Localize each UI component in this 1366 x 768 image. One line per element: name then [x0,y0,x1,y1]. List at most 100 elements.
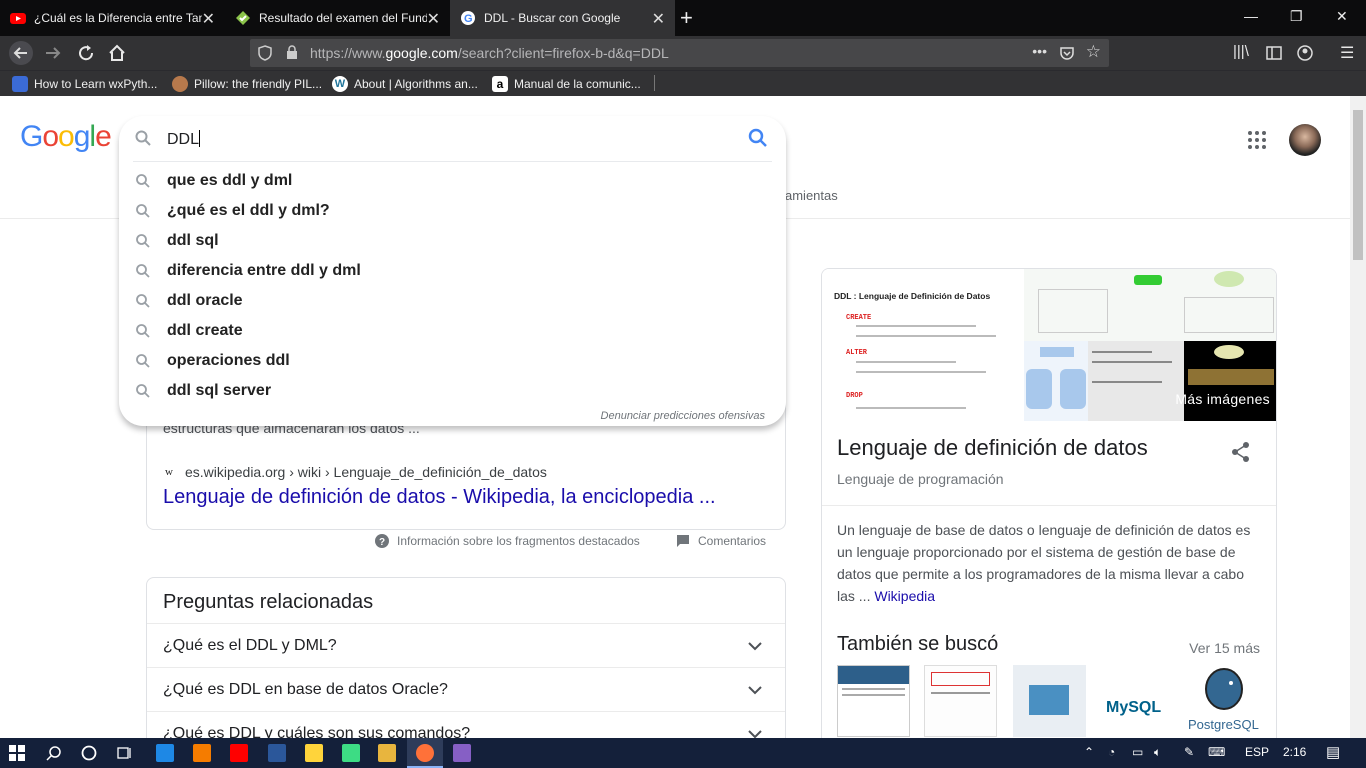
search-icon [136,204,150,218]
app-icon[interactable] [193,744,211,762]
battery-icon[interactable]: ▭ [1132,745,1143,759]
search-submit-icon[interactable] [748,128,768,148]
language-indicator[interactable]: ESP [1245,745,1269,759]
page-scrollbar[interactable] [1350,96,1366,738]
related-thumb-dml[interactable] [837,665,910,737]
url-text[interactable]: https://www.google.com/search?client=fir… [310,45,669,61]
report-predictions-link[interactable]: Denunciar predicciones ofensivas [601,410,765,422]
question-item[interactable]: ¿Qué es DDL en base de datos Oracle? [147,667,785,711]
pen-icon[interactable]: ✎ [1184,745,1194,759]
related-thumb-sql[interactable] [924,665,997,737]
share-icon[interactable] [1230,441,1252,463]
question-item[interactable]: ¿Qué es DDL y cuáles son sus comandos? [147,711,785,738]
suggestion-item[interactable]: que es ddl y dml [136,166,776,196]
see-more-link[interactable]: Ver 15 más [1189,640,1260,656]
google-logo[interactable]: Google [20,120,112,154]
related-thumb-mysql[interactable]: MySQL [1102,665,1175,737]
pocket-icon[interactable] [1059,45,1075,61]
tools-tab[interactable]: amientas [785,188,838,203]
suggestion-item[interactable]: ddl sql [136,226,776,256]
close-tab-icon[interactable]: ✕ [652,9,665,29]
tab-google[interactable]: G DDL - Buscar con Google ✕ [450,0,675,36]
suggestion-item[interactable]: diferencia entre ddl y dml [136,256,776,286]
diagram-image[interactable] [1024,269,1276,341]
scrollbar-thumb[interactable] [1353,110,1363,260]
close-window-icon[interactable]: ✕ [1336,8,1348,25]
windows-start-icon[interactable] [9,745,25,761]
image-strip[interactable]: DDL : Lenguaje de Definición de Datos CR… [822,269,1276,421]
volume-icon[interactable]: 🔈︎ [1154,745,1161,760]
more-images-label[interactable]: Más imágenes [1175,391,1270,407]
clock[interactable]: 2:16 [1283,745,1306,759]
search-input[interactable]: DDL [167,130,201,149]
notifications-icon[interactable]: ▤ [1326,743,1340,761]
sql-diagram-image[interactable] [1024,341,1088,421]
minimize-icon[interactable]: — [1244,8,1258,24]
snippet-link[interactable]: Lenguaje de definición de datos - Wikipe… [163,486,716,509]
cortana-icon[interactable] [81,745,97,761]
url-bar[interactable]: https://www.google.com/search?client=fir… [250,39,1109,67]
more-images-tile[interactable] [1184,341,1276,421]
chevron-down-icon [748,730,762,738]
sidebar-icon[interactable] [1266,45,1282,61]
bookmark-item[interactable]: How to Learn wxPyth... [12,76,157,92]
firefox-icon[interactable] [416,744,434,762]
reload-icon[interactable] [77,44,95,62]
close-tab-icon[interactable]: ✕ [427,9,440,29]
question-item[interactable]: ¿Qué es el DDL y DML? [147,623,785,667]
keyboard-icon[interactable]: ⌨ [1208,745,1225,759]
page-actions-icon[interactable]: ••• [1032,43,1047,59]
new-tab-icon[interactable]: + [680,5,693,31]
bookmark-star-icon[interactable]: ☆ [1086,42,1101,62]
comments-button[interactable]: Comentarios [676,534,766,548]
apps-grid-icon[interactable] [1248,131,1266,149]
snippet-source[interactable]: ᴡ es.wikipedia.org › wiki › Lenguaje_de_d… [165,464,547,480]
search-icon[interactable] [46,745,62,761]
network-icon[interactable]: ◔ [1108,745,1115,759]
bookmark-item[interactable]: W About | Algorithms an... [332,76,478,92]
search-icon [136,384,150,398]
bookmark-item[interactable]: Pillow: the friendly PIL... [172,76,322,92]
question-text: ¿Qué es el DDL y DML? [163,637,337,654]
menu-icon[interactable]: ☰ [1340,43,1354,63]
shield-icon[interactable] [258,45,272,61]
task-view-icon[interactable] [117,745,133,761]
folder-icon[interactable] [378,744,396,762]
vscode-icon[interactable] [156,744,174,762]
library-icon[interactable]: |||\ [1233,43,1249,60]
related-thumb-postgresql[interactable]: PostgreSQL [1188,665,1261,737]
home-icon[interactable] [108,44,126,62]
word-icon[interactable] [268,744,286,762]
thumb-box [931,672,990,686]
ddl-slide-image[interactable]: DDL : Lenguaje de Definición de Datos CR… [822,269,1024,421]
bookmark-item[interactable]: a Manual de la comunic... [492,76,641,92]
forward-icon[interactable] [44,44,62,62]
visual-studio-icon[interactable] [453,744,471,762]
lock-icon[interactable] [286,45,298,60]
image-text-line [856,407,966,409]
code-image[interactable] [1088,341,1184,421]
google-icon: G [461,11,475,25]
close-tab-icon[interactable]: ✕ [202,9,215,29]
account-icon[interactable] [1297,45,1313,61]
search-icon [136,354,150,368]
suggestion-item[interactable]: ¿qué es el ddl y dml? [136,196,776,226]
tab-resultado[interactable]: Resultado del examen del Fund ✕ [225,0,450,36]
youtube-icon[interactable] [230,744,248,762]
suggestion-item[interactable]: ddl oracle [136,286,776,316]
restore-icon[interactable]: ❐ [1290,8,1303,25]
suggestion-item[interactable]: operaciones ddl [136,346,776,376]
search-box[interactable]: DDL que es ddl y dml ¿qué es el ddl y dm… [119,116,786,426]
snippet-info-button[interactable]: ? Información sobre los fragmentos desta… [375,534,640,548]
python-icon[interactable] [305,744,323,762]
suggestion-item[interactable]: ddl sql server [136,376,776,406]
avatar[interactable] [1289,124,1321,156]
suggestion-text: diferencia entre ddl y dml [167,262,361,279]
back-icon[interactable] [8,40,34,66]
android-icon[interactable] [342,744,360,762]
wikipedia-link[interactable]: Wikipedia [874,588,935,604]
tab-youtube[interactable]: ¿Cuál es la Diferencia entre Tan ✕ [0,0,225,36]
suggestion-item[interactable]: ddl create [136,316,776,346]
tray-chevron-icon[interactable]: ⌃ [1084,745,1094,759]
related-thumb-database[interactable] [1013,665,1086,737]
